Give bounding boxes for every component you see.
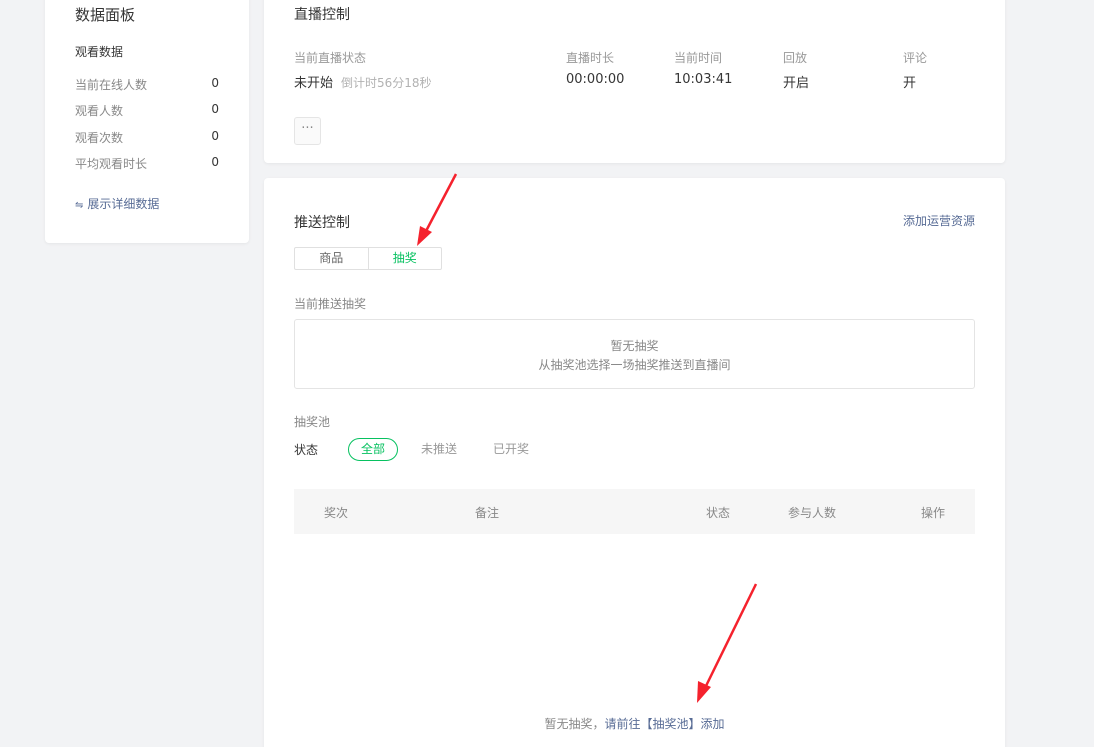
- col-participants: 参与人数: [788, 506, 837, 520]
- countdown-text: 倒计时56分18秒: [341, 76, 432, 90]
- stat-label: 观看次数: [75, 131, 124, 145]
- live-control-title: 直播控制: [294, 7, 350, 23]
- empty-desc: 从抽奖池选择一场抽奖推送到直播间: [538, 358, 731, 372]
- replay-value: 开启: [783, 76, 810, 91]
- stat-value: 0: [211, 102, 219, 116]
- col-actions: 操作: [921, 506, 946, 520]
- live-duration-value: 00:00:00: [566, 72, 625, 87]
- push-type-tabs: 商品 抽奖: [294, 247, 442, 270]
- data-panel-title: 数据面板: [75, 6, 136, 24]
- show-detail-data-label: 展示详细数据: [87, 197, 160, 211]
- filter-not-pushed[interactable]: 未推送: [408, 438, 470, 461]
- live-duration: 直播时长 00:00:00: [566, 49, 624, 87]
- stat-row: 观看人数 0: [75, 102, 219, 119]
- live-duration-label: 直播时长: [566, 51, 615, 65]
- current-push-label: 当前推送抽奖: [294, 297, 367, 311]
- stat-label: 当前在线人数: [75, 78, 148, 92]
- stat-row: 观看次数 0: [75, 129, 219, 146]
- tab-goods[interactable]: 商品: [295, 248, 369, 269]
- more-options-button[interactable]: ···: [294, 117, 321, 145]
- empty-pool-text: 暂无抽奖，: [544, 717, 605, 731]
- comment-setting: 评论 开: [903, 49, 927, 91]
- status-filter-label: 状态: [294, 443, 319, 457]
- push-control-title: 推送控制: [294, 215, 350, 231]
- status-filter: 状态 全部 未推送 已开奖: [294, 438, 552, 461]
- stat-row: 当前在线人数 0: [75, 76, 219, 93]
- current-push-empty: 暂无抽奖 从抽奖池选择一场抽奖推送到直播间: [294, 319, 975, 389]
- empty-pool-note: 暂无抽奖，请前往【抽奖池】添加: [264, 715, 1005, 732]
- push-control-card: 推送控制 添加运营资源 商品 抽奖 当前推送抽奖 暂无抽奖 从抽奖池选择一场抽奖…: [264, 178, 1005, 747]
- stat-value: 0: [211, 76, 219, 90]
- show-detail-data-link[interactable]: ⇋ 展示详细数据: [75, 195, 159, 212]
- replay-setting: 回放 开启: [783, 49, 809, 91]
- go-to-lottery-pool-link[interactable]: 请前往【抽奖池】添加: [605, 717, 725, 731]
- stat-label: 平均观看时长: [75, 157, 148, 171]
- stat-value: 0: [211, 155, 219, 169]
- tab-lottery[interactable]: 抽奖: [369, 248, 442, 269]
- stat-label: 观看人数: [75, 104, 124, 118]
- data-panel: 数据面板 观看数据 当前在线人数 0 观看人数 0 观看次数 0 平均观看时长 …: [45, 0, 249, 243]
- live-status-label: 当前直播状态: [294, 51, 367, 65]
- replay-label: 回放: [783, 51, 808, 65]
- live-control-card: 直播控制 当前直播状态 未开始 倒计时56分18秒 直播时长 00:00:00 当…: [264, 0, 1005, 163]
- lottery-table-header: 奖次 备注 状态 参与人数 操作: [294, 489, 975, 534]
- add-operation-resource-link[interactable]: 添加运营资源: [903, 212, 975, 229]
- comment-value: 开: [903, 76, 917, 91]
- filter-drawn[interactable]: 已开奖: [480, 438, 542, 461]
- current-time-label: 当前时间: [674, 51, 723, 65]
- col-prize: 奖次: [324, 506, 349, 520]
- stat-value: 0: [211, 129, 219, 143]
- live-status-value: 未开始: [294, 76, 334, 91]
- stat-row: 平均观看时长 0: [75, 155, 219, 172]
- comment-label: 评论: [903, 51, 928, 65]
- col-remark: 备注: [475, 506, 500, 520]
- watch-data-heading: 观看数据: [75, 45, 124, 59]
- current-time-value: 10:03:41: [674, 72, 733, 87]
- filter-all[interactable]: 全部: [348, 438, 399, 461]
- empty-title: 暂无抽奖: [610, 339, 659, 353]
- col-status: 状态: [706, 506, 731, 520]
- live-status: 当前直播状态 未开始 倒计时56分18秒: [294, 49, 432, 91]
- lottery-pool-label: 抽奖池: [294, 415, 331, 429]
- swap-icon: ⇋: [75, 200, 84, 211]
- current-time: 当前时间 10:03:41: [674, 49, 732, 87]
